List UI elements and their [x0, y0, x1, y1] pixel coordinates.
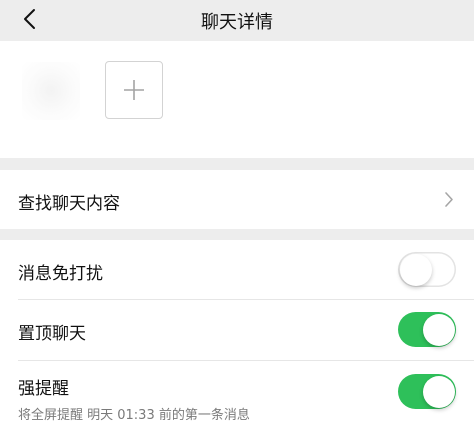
strong-reminder-toggle[interactable] — [398, 374, 456, 409]
page-title: 聊天详情 — [201, 11, 273, 33]
pin-chat-toggle[interactable] — [398, 312, 456, 347]
pin-chat-setting-row: 置顶聊天 — [0, 300, 474, 360]
toggle-knob — [422, 313, 455, 346]
strong-reminder-setting-row: 强提醒 将全屏提醒 明天 01:33 前的第一条消息 — [0, 361, 474, 443]
back-button[interactable] — [14, 4, 46, 34]
search-chat-content-row[interactable]: 查找聊天内容 — [0, 170, 474, 229]
strong-reminder-description: 将全屏提醒 明天 01:33 前的第一条消息 — [18, 408, 250, 423]
settings-group: 消息免打扰 置顶聊天 强提醒 将全屏提醒 明天 01:33 前的第一条消息 — [0, 240, 474, 443]
plus-icon — [124, 80, 144, 100]
pin-chat-label: 置顶聊天 — [18, 324, 86, 344]
toggle-knob — [399, 253, 432, 286]
add-member-button[interactable] — [105, 61, 163, 119]
search-chat-content-label: 查找聊天内容 — [18, 194, 120, 214]
mute-label: 消息免打扰 — [18, 264, 103, 284]
nav-bar: 聊天详情 — [0, 0, 474, 41]
chevron-left-icon — [24, 9, 35, 29]
chevron-right-icon — [445, 192, 453, 207]
toggle-knob — [422, 375, 455, 408]
members-section — [0, 41, 474, 158]
avatar[interactable] — [22, 62, 80, 120]
mute-toggle[interactable] — [398, 252, 456, 287]
strong-reminder-label: 强提醒 — [18, 379, 69, 399]
chat-details-screen: 聊天详情 查找聊天内容 消息免打扰 置顶聊天 强提醒 将全屏提醒 明天 01:3… — [0, 0, 474, 443]
mute-setting-row: 消息免打扰 — [0, 240, 474, 299]
